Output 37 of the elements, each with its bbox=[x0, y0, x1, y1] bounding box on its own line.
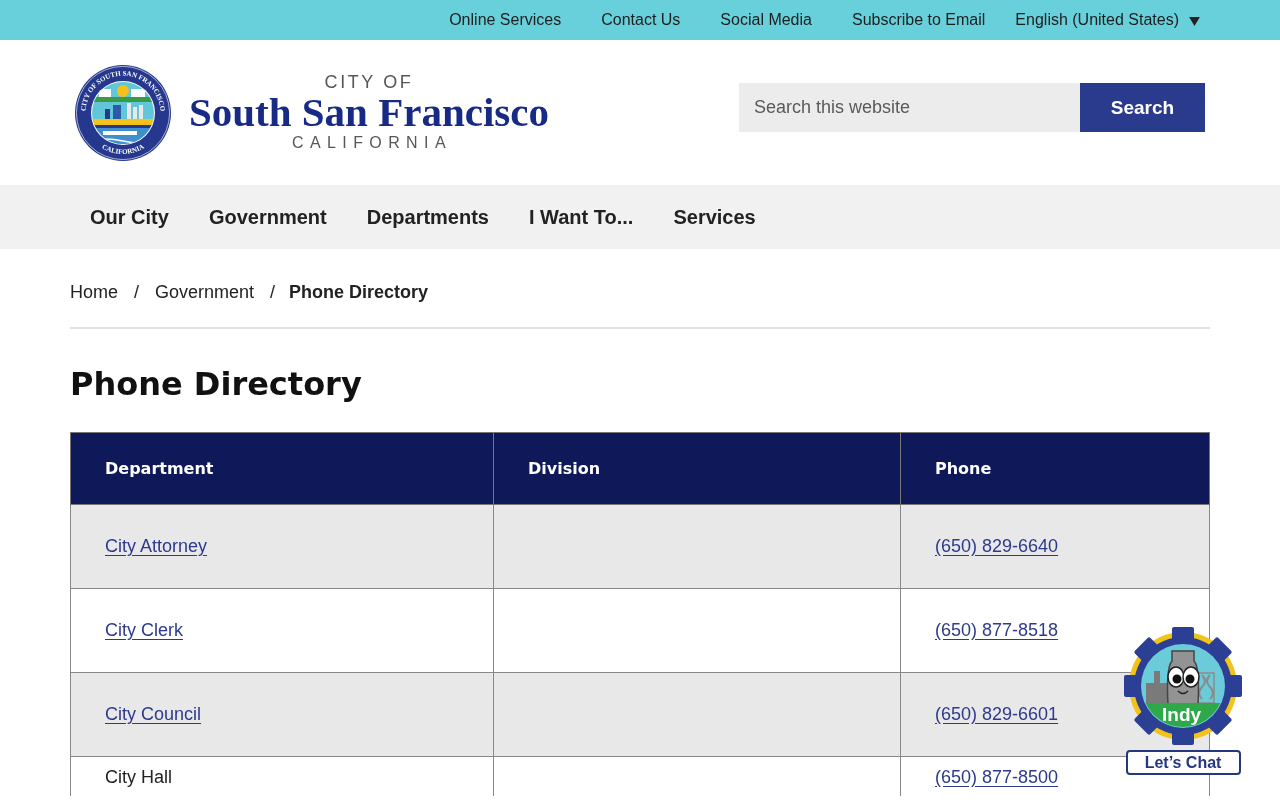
city-name-wordmark: South San Francisco bbox=[189, 91, 549, 132]
phone-link[interactable]: (650) 877-8500 bbox=[935, 767, 1059, 787]
utility-link[interactable]: Social Media bbox=[700, 10, 832, 30]
wordmark-prefix: CITY OF bbox=[324, 71, 414, 92]
table-cell: City Hall bbox=[70, 756, 494, 796]
department-link[interactable]: City Council bbox=[105, 704, 202, 724]
department-link[interactable]: City Attorney bbox=[105, 536, 208, 556]
chatbot-name-label: Indy bbox=[1162, 704, 1202, 726]
breadcrumb-separator: / bbox=[134, 281, 140, 303]
utility-link[interactable]: Online Services bbox=[429, 10, 582, 30]
city-seal-icon bbox=[75, 64, 171, 161]
nav-menu-item[interactable]: Departments bbox=[346, 185, 509, 249]
phone-link[interactable]: (650) 829-6601 bbox=[935, 704, 1059, 724]
wordmark-state: CALIFORNIA bbox=[291, 132, 452, 153]
column-header: Department bbox=[70, 432, 494, 505]
nav-menu-item[interactable]: Services bbox=[653, 185, 776, 249]
gear-mascot-icon[interactable] bbox=[1124, 627, 1242, 745]
breadcrumb-current: Phone Directory bbox=[289, 281, 429, 303]
phone-link[interactable]: (650) 829-6640 bbox=[935, 536, 1059, 556]
breadcrumb-separator: / bbox=[270, 281, 276, 303]
page-title: Phone Directory bbox=[70, 364, 363, 405]
nav-menu-item[interactable]: Government bbox=[188, 185, 347, 249]
breadcrumb-link[interactable]: Government bbox=[155, 281, 255, 303]
language-select[interactable]: English (United States) bbox=[1005, 10, 1200, 30]
breadcrumb-link[interactable]: Home bbox=[70, 281, 118, 303]
caret-down-icon bbox=[1189, 17, 1200, 26]
search-field[interactable]: Search this website bbox=[739, 83, 1080, 132]
utility-link[interactable]: Contact Us bbox=[581, 10, 701, 30]
nav-menu-item[interactable]: Our City bbox=[70, 185, 189, 249]
nav-menu-item[interactable]: I Want To... bbox=[509, 185, 654, 249]
column-header: Division bbox=[493, 432, 901, 505]
phone-link[interactable]: (650) 877-8518 bbox=[935, 620, 1059, 640]
utility-link[interactable]: Subscribe to Email bbox=[831, 10, 1006, 30]
column-header: Phone bbox=[900, 432, 1210, 505]
search-button[interactable]: Search bbox=[1080, 83, 1205, 132]
department-link[interactable]: City Clerk bbox=[105, 620, 183, 640]
lets-chat-button[interactable]: Let’s Chat bbox=[1125, 750, 1241, 775]
